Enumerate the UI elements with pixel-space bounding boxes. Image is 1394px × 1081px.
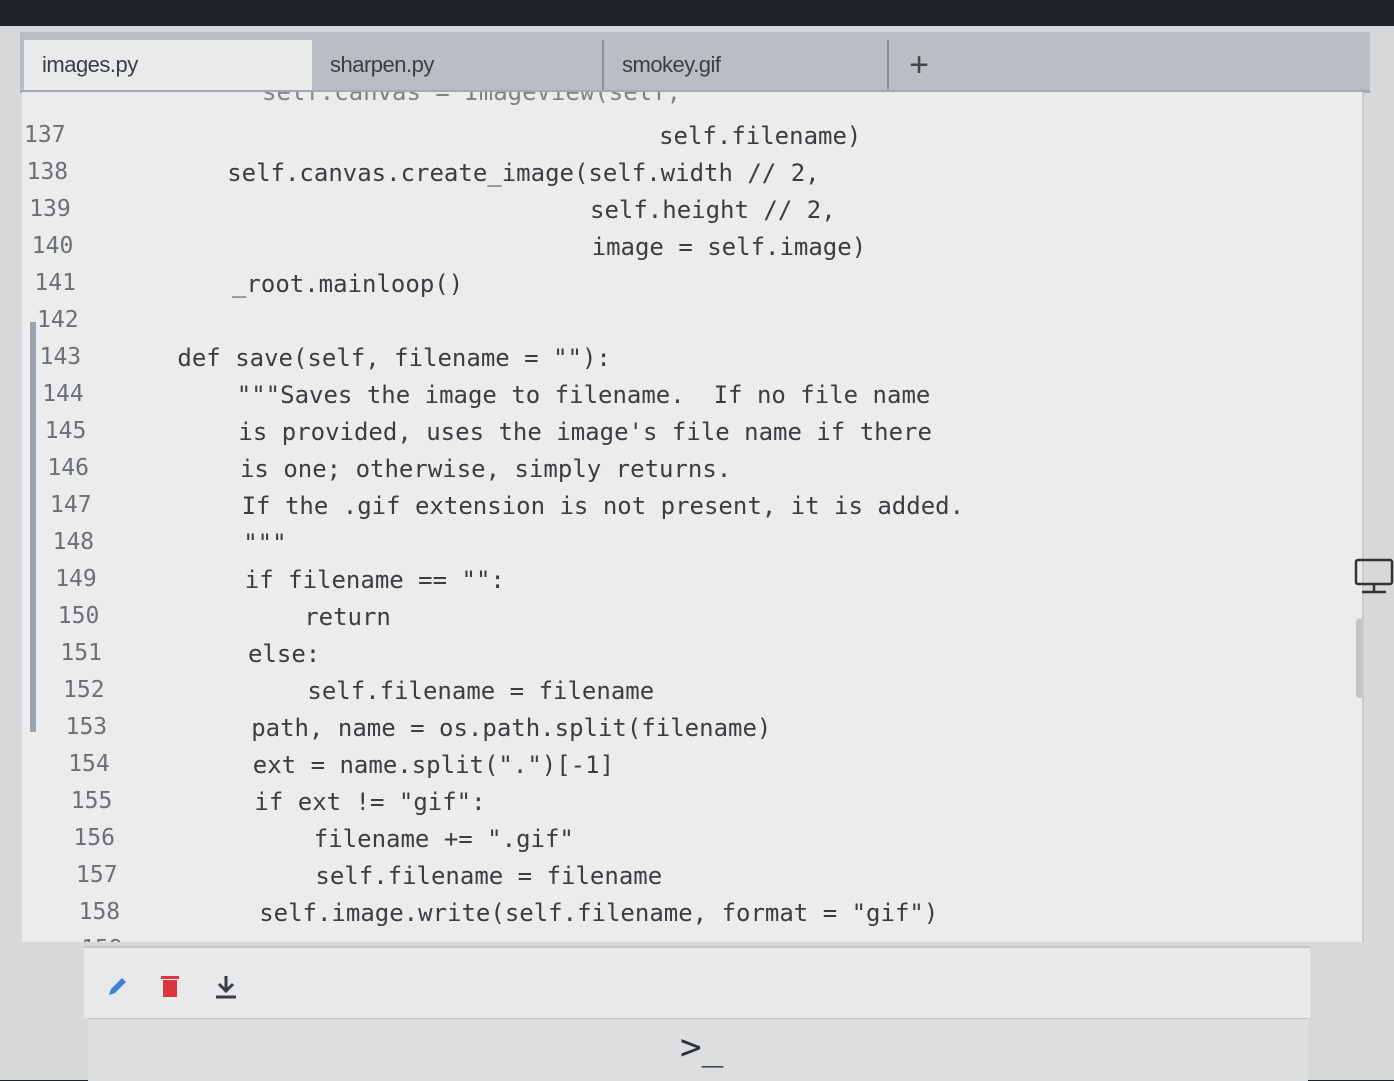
terminal-prompt: >_ [680,1027,724,1068]
code-line[interactable]: 140 image = self.image) [22,233,1322,267]
add-tab-button[interactable]: + [887,40,949,90]
code-line[interactable]: 147 If the .gif extension is not present… [22,492,1322,526]
line-number: 156 [73,825,115,851]
code-line[interactable]: 142 [22,307,1322,341]
line-number: 150 [57,603,100,629]
line-number: 137 [24,122,66,148]
code-line[interactable]: 153 path, name = os.path.split(filename) [22,714,1322,748]
tab-bar: images.py sharpen.py smokey.gif + [20,32,1370,93]
code-line[interactable]: 141 _root.mainloop() [22,270,1322,304]
code-line[interactable]: 149 if filename == "": [22,566,1322,600]
code-line[interactable]: 144 """Saves the image to filename. If n… [22,381,1322,415]
plus-icon: + [909,46,929,84]
code-text: self.filename = filename [142,862,663,890]
code-line[interactable]: 138 self.canvas.create_image(self.width … [22,159,1322,193]
line-number: 143 [39,344,82,370]
code-text: return [130,603,391,631]
line-number: 157 [76,862,118,888]
pencil-icon[interactable] [106,974,130,998]
line-number: 144 [42,381,84,407]
code-text: """Saves the image to filename. If no fi… [121,381,931,409]
line-number: 154 [68,751,110,777]
code-text: is provided, uses the image's file name … [122,418,932,446]
line-number: 149 [55,566,97,592]
line-number: 158 [78,899,121,925]
code-text: path, name = os.path.split(filename) [135,714,772,742]
line-number: 147 [50,492,92,518]
code-line[interactable]: 156 filename += ".gif" [22,825,1322,859]
line-number: 152 [63,677,105,703]
editor-toolbar [84,946,1310,1018]
code-line[interactable]: 143 def save(self, filename = ""): [22,344,1322,378]
line-number: 138 [26,159,69,185]
code-text: filename += ".gif" [140,825,574,853]
trash-icon[interactable] [160,974,180,998]
tab-label: sharpen.py [330,52,434,77]
monitor-icon[interactable] [1352,556,1394,600]
code-line[interactable]: 137 self.filename) [22,122,1322,156]
code-line[interactable]: 154 ext = name.split(".")[-1] [22,751,1322,785]
code-text: self.filename = filename [134,677,655,705]
code-line[interactable]: 145 is provided, uses the image's file n… [22,418,1322,452]
code-text: """ [127,529,287,557]
code-text: If the .gif extension is not present, it… [126,492,965,520]
line-number: 159 [81,936,123,942]
code-line[interactable]: 159 [22,936,1322,942]
code-line[interactable]: 158 self.image.write(self.filename, form… [22,899,1322,933]
code-text: ext = name.split(".")[-1] [137,751,615,779]
code-text: if ext != "gif": [138,788,486,816]
code-line[interactable]: 155 if ext != "gif": [22,788,1322,822]
tab-smokey-gif[interactable]: smokey.gif [602,40,887,90]
code-text: self.canvas.create_image(self.width // 2… [111,159,820,187]
code-editor[interactable]: self.canvas = ImageView(self, 137 self.f… [22,92,1364,942]
code-text: else: [132,640,321,668]
code-line[interactable]: 157 self.filename = filename [22,862,1322,896]
code-line[interactable]: 146 is one; otherwise, simply returns. [22,455,1322,489]
line-number: 153 [65,714,108,740]
code-text: self.image.write(self.filename, format =… [143,899,939,927]
scrollbar-thumb[interactable] [1356,618,1362,698]
ide-window: images.py sharpen.py smokey.gif + self.c… [0,26,1394,1081]
code-area[interactable]: self.canvas = ImageView(self, 137 self.f… [22,92,1362,942]
code-line[interactable]: 151 else: [22,640,1322,674]
code-text: if filename == "": [129,566,505,594]
tab-sharpen-py[interactable]: sharpen.py [312,40,602,90]
line-number: 140 [31,233,74,259]
line-number: 145 [44,418,87,444]
partial-code-line: self.canvas = ImageView(self, [262,92,682,106]
tab-label: smokey.gif [622,52,721,77]
line-number: 141 [34,270,76,296]
code-line[interactable]: 150 return [22,603,1322,637]
download-icon[interactable] [214,974,238,1000]
tab-label: images.py [42,52,138,77]
code-line[interactable]: 148 """ [22,529,1322,563]
code-text: self.filename) [110,122,862,150]
code-text: self.height // 2, [113,196,836,224]
code-line[interactable]: 152 self.filename = filename [22,677,1322,711]
line-number: 148 [52,529,95,555]
terminal-panel[interactable]: >_ [88,1018,1308,1081]
code-text: image = self.image) [114,233,867,261]
line-number: 151 [60,640,102,666]
line-number: 139 [29,196,71,222]
line-number: 142 [37,307,79,333]
line-number: 146 [47,455,89,481]
tab-images-py[interactable]: images.py [24,40,312,90]
line-number: 155 [70,788,113,814]
code-text: is one; otherwise, simply returns. [124,455,732,483]
code-text: _root.mainloop() [116,270,464,298]
code-text: def save(self, filename = ""): [119,344,611,372]
code-line[interactable]: 139 self.height // 2, [22,196,1322,230]
